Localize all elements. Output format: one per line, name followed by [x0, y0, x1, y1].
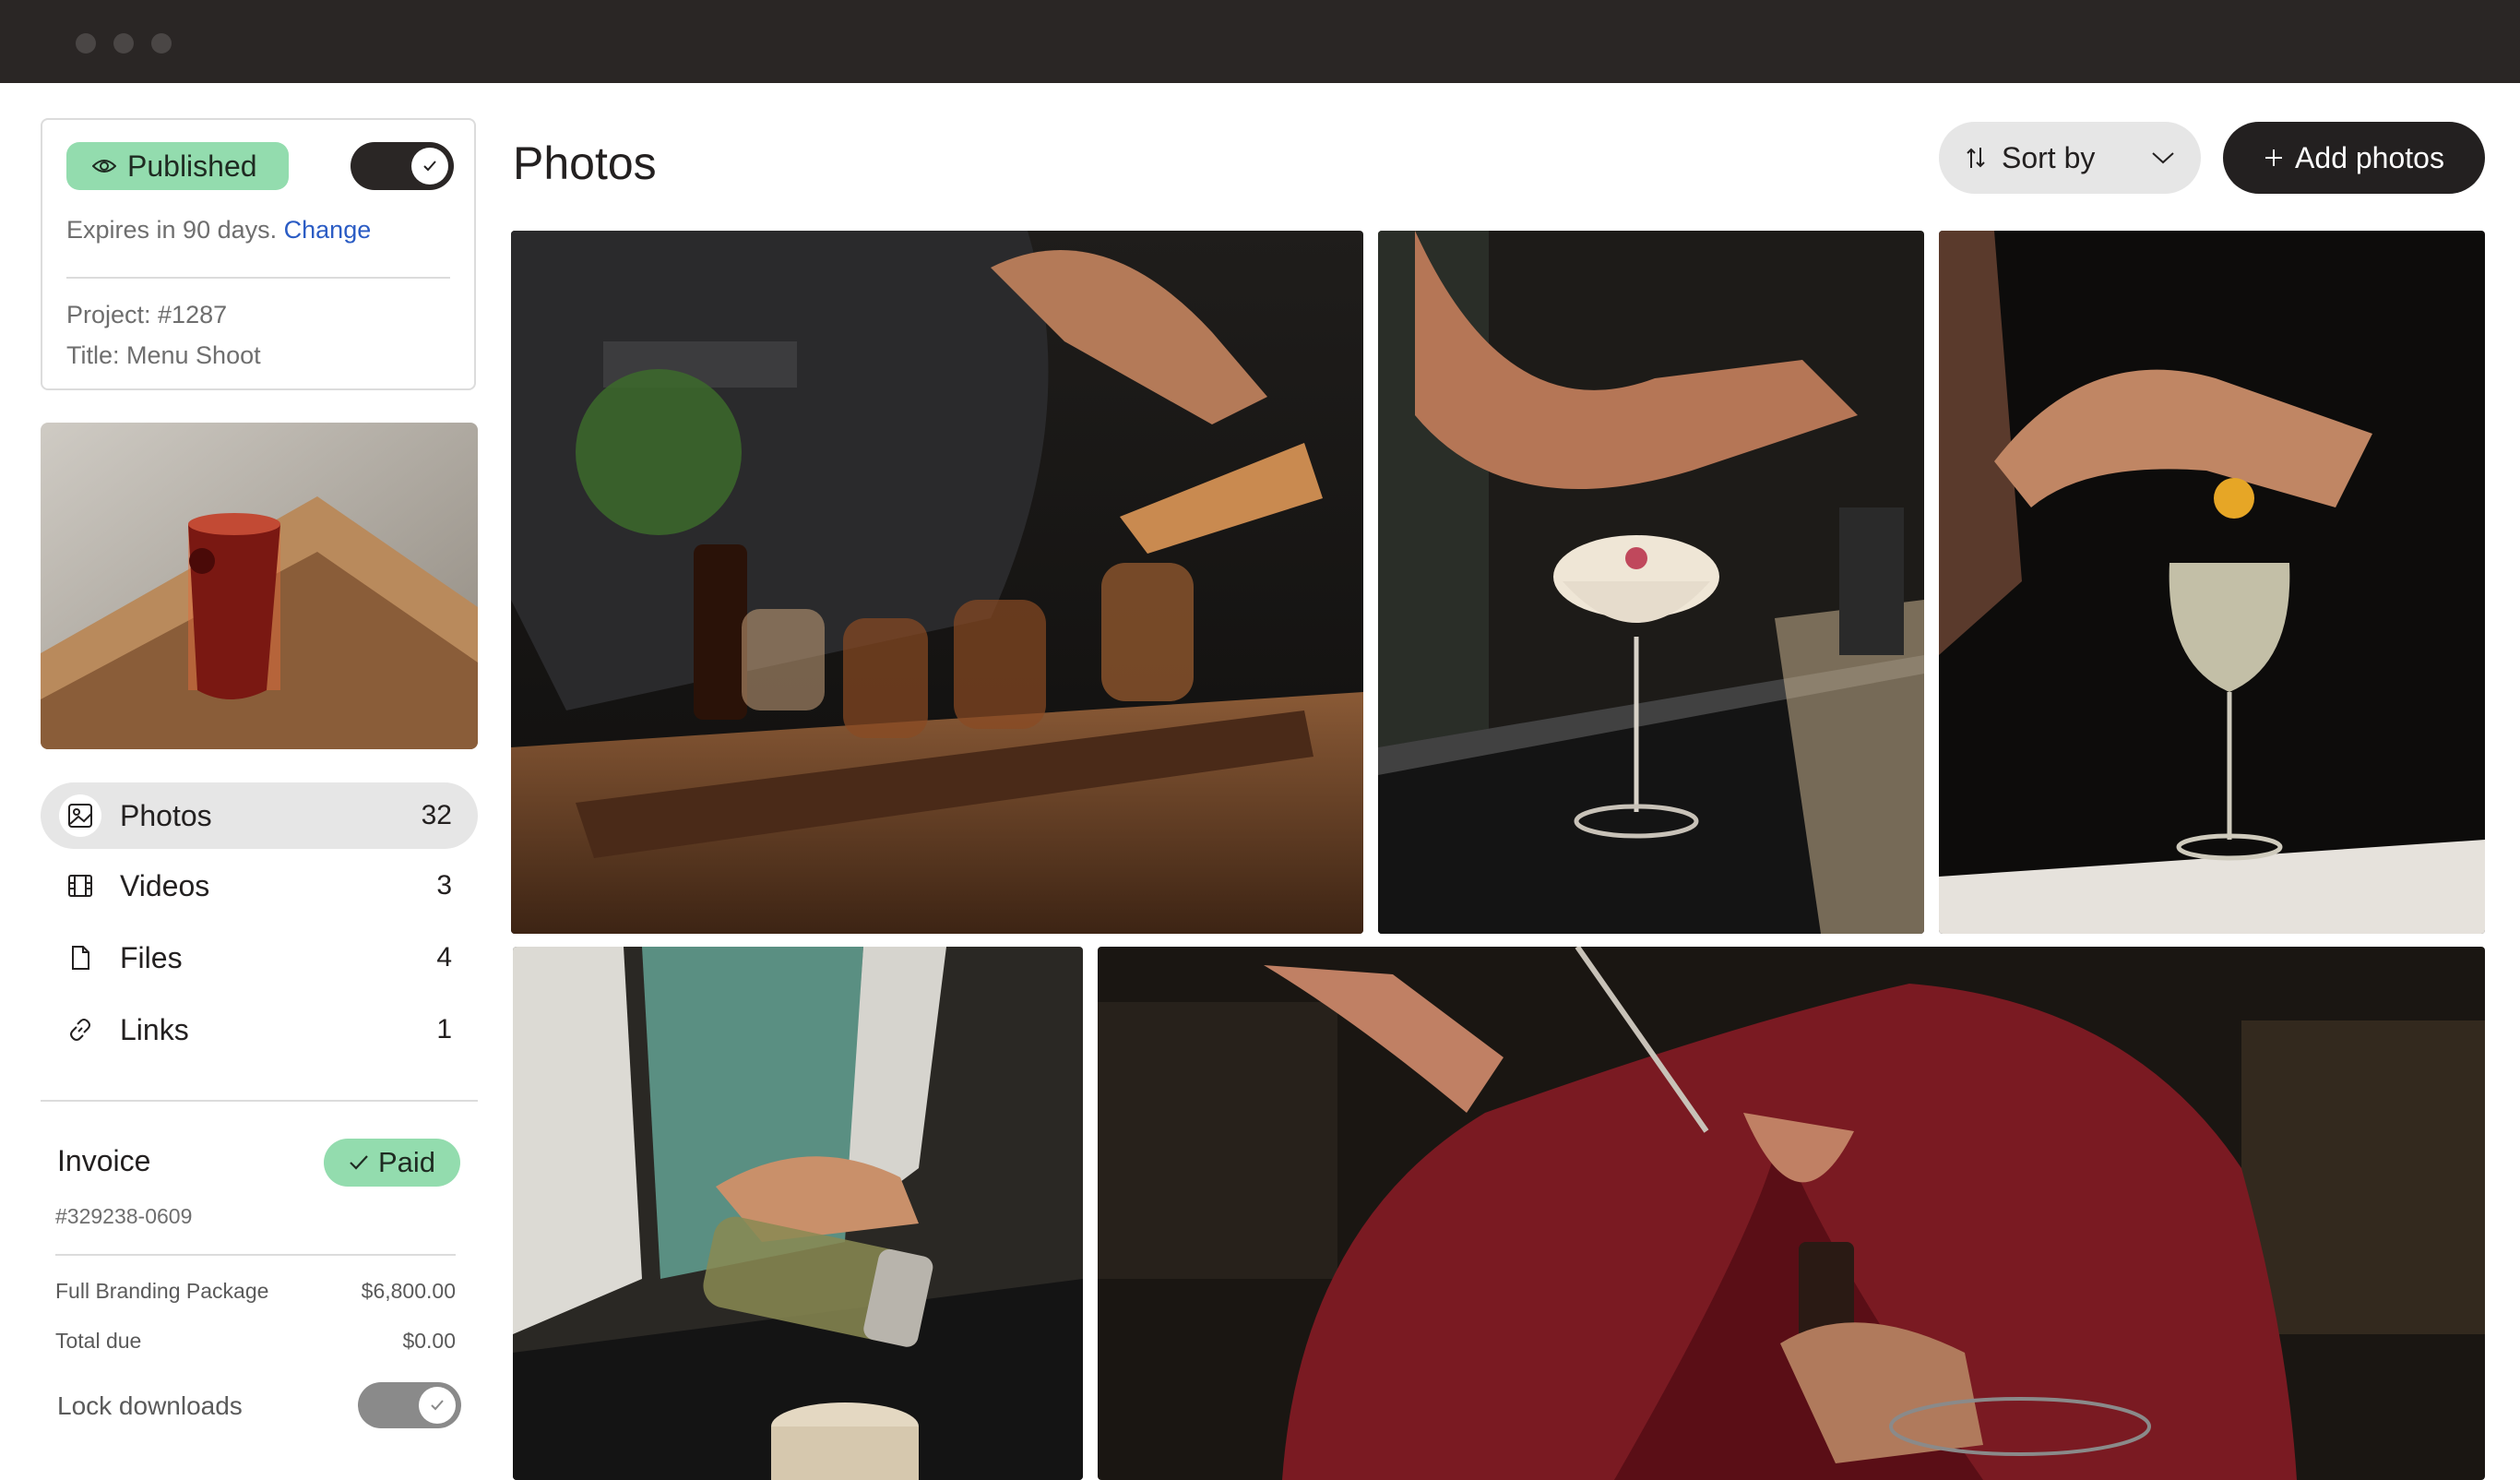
nav-item-videos[interactable]: Videos 3 [41, 853, 478, 919]
film-icon [59, 865, 101, 907]
photo-tile[interactable] [1378, 231, 1924, 934]
gallery-status-card: Published Expires in 90 days. Change Pro… [41, 118, 476, 390]
sort-by-button[interactable]: Sort by [1939, 122, 2201, 194]
paid-label: Paid [377, 1146, 436, 1178]
window-titlebar [0, 0, 2520, 83]
photo-tile[interactable] [1939, 231, 2485, 934]
add-photos-button[interactable]: Add photos [2223, 122, 2485, 194]
sort-by-label: Sort by [2002, 140, 2096, 174]
divider [41, 1100, 478, 1102]
window-close-dot[interactable] [76, 33, 96, 54]
invoice-total-row: Total due $0.00 [55, 1329, 456, 1354]
invoice-line-item: Full Branding Package $6,800.00 [55, 1279, 456, 1304]
photo-tile[interactable] [1098, 947, 2485, 1480]
page-title: Photos [513, 137, 657, 189]
line-item-label: Full Branding Package [55, 1279, 269, 1303]
photo-tile[interactable] [511, 231, 1363, 934]
line-item-value: $0.00 [402, 1329, 456, 1353]
sort-icon [1967, 148, 1985, 168]
photo-tile[interactable] [513, 947, 1083, 1480]
cover-photo[interactable] [41, 423, 478, 749]
nav-count: 3 [436, 870, 452, 901]
expiry-text: Expires in 90 days. Change [66, 216, 371, 245]
toggle-knob [411, 148, 448, 185]
nav-count: 1 [436, 1014, 452, 1044]
file-icon [59, 937, 101, 979]
published-toggle[interactable] [351, 142, 454, 190]
link-icon [59, 1009, 101, 1051]
nav-label: Links [120, 1012, 189, 1046]
divider [55, 1254, 456, 1256]
nav-label: Videos [120, 868, 210, 902]
check-icon [423, 161, 436, 172]
window-maximize-dot[interactable] [151, 33, 172, 54]
window-minimize-dot[interactable] [113, 33, 134, 54]
nav-count: 4 [436, 942, 452, 973]
plus-icon [2265, 149, 2283, 166]
nav-label: Files [120, 940, 183, 974]
toggle-knob [419, 1387, 456, 1424]
paid-badge: Paid [324, 1139, 460, 1187]
lock-downloads-toggle[interactable] [358, 1382, 461, 1428]
published-badge: Published [66, 142, 289, 190]
line-item-label: Total due [55, 1329, 142, 1353]
change-expiry-link[interactable]: Change [284, 216, 372, 244]
nav-item-links[interactable]: Links 1 [41, 997, 478, 1063]
project-title: Title: Menu Shoot [66, 341, 261, 369]
nav-label: Photos [120, 798, 212, 832]
line-item-value: $6,800.00 [361, 1279, 456, 1303]
divider [66, 277, 450, 279]
project-number: Project: #1287 [66, 301, 228, 328]
eye-icon [92, 160, 116, 173]
published-label: Published [127, 149, 257, 183]
lock-downloads-label: Lock downloads [57, 1391, 243, 1420]
invoice-title: Invoice [57, 1144, 151, 1177]
nav-item-photos[interactable]: Photos 32 [41, 782, 478, 849]
check-icon [431, 1400, 444, 1411]
check-icon [350, 1155, 368, 1170]
chevron-down-icon [2152, 152, 2174, 164]
expiry-label: Expires in 90 days. [66, 216, 278, 244]
add-photos-label: Add photos [2295, 140, 2444, 174]
invoice-number: #329238-0609 [55, 1204, 193, 1228]
image-icon [59, 794, 101, 837]
nav-count: 32 [421, 800, 452, 830]
nav-item-files[interactable]: Files 4 [41, 925, 478, 991]
